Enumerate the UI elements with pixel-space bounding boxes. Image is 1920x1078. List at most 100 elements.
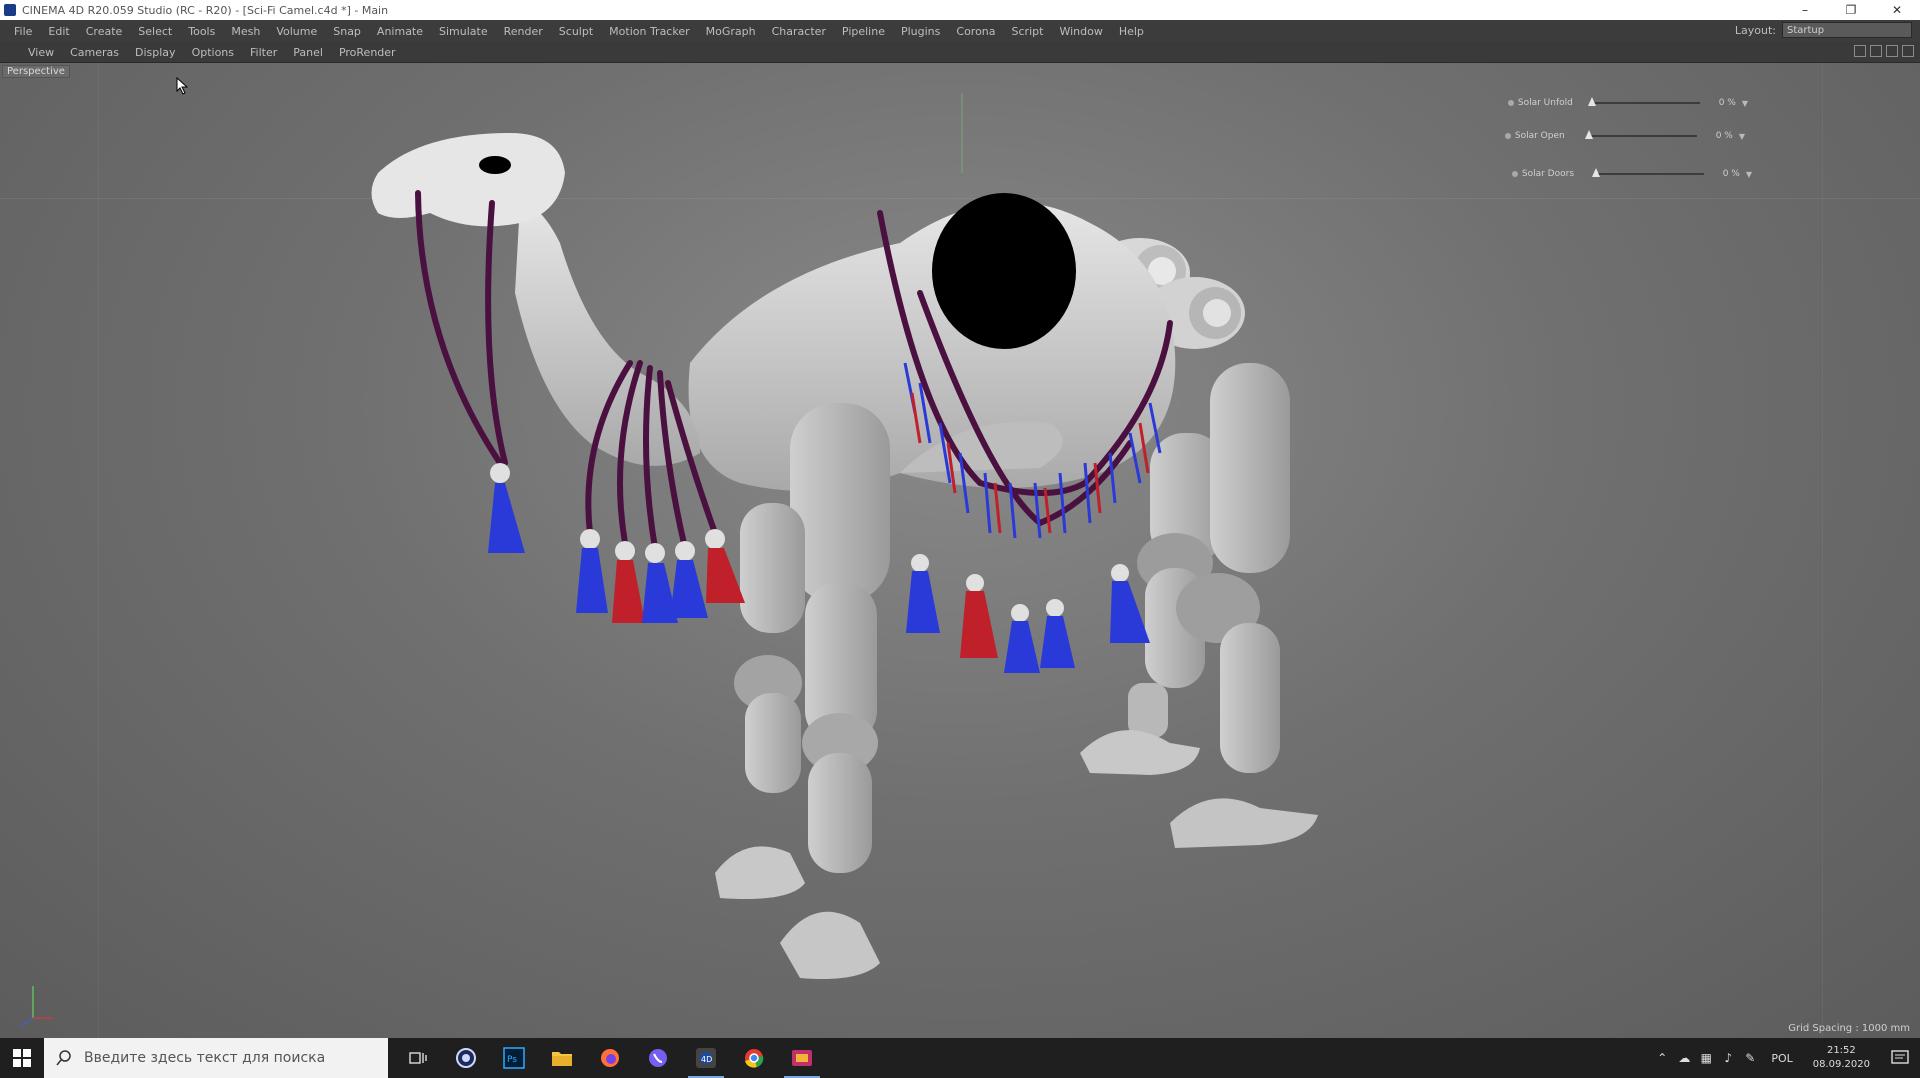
main-menu-bar: File Edit Create Select Tools Mesh Volume Snap A… (0, 20, 1920, 42)
camel-head (371, 133, 700, 466)
notification-button[interactable] (1880, 1038, 1920, 1078)
viewport-menu-filter[interactable]: Filter (242, 46, 285, 59)
cinema4d-icon[interactable]: 4D (682, 1038, 730, 1078)
windows-taskbar: Введите здесь текст для поиска Ps 4D ⌃ ☁… (0, 1038, 1920, 1078)
onedrive-icon[interactable]: ☁ (1673, 1051, 1695, 1065)
viewport-menu-panel[interactable]: Panel (285, 46, 331, 59)
menu-item-volume[interactable]: Volume (268, 25, 325, 38)
firefox-icon[interactable] (586, 1038, 634, 1078)
close-button[interactable]: ✕ (1874, 0, 1920, 20)
viewport-menu-prorender[interactable]: ProRender (331, 46, 404, 59)
search-placeholder: Введите здесь текст для поиска (84, 1050, 326, 1066)
slider-dropdown-icon[interactable]: ▼ (1742, 99, 1748, 108)
slider-knob[interactable] (1592, 168, 1601, 177)
menu-item-window[interactable]: Window (1051, 25, 1110, 38)
restore-button[interactable]: ❐ (1828, 0, 1874, 20)
mouse-cursor-icon (176, 77, 188, 95)
slider-knob[interactable] (1585, 130, 1594, 139)
slider-track[interactable] (1592, 168, 1705, 177)
clock[interactable]: 21:52 08.09.2020 (1813, 1044, 1870, 1072)
minimize-button[interactable]: – (1782, 0, 1828, 20)
viewport-menu-view[interactable]: View (20, 46, 62, 59)
volume-icon[interactable]: ♪ (1717, 1051, 1739, 1065)
zoom-view-icon[interactable] (1870, 45, 1882, 57)
viber-icon[interactable] (634, 1038, 682, 1078)
slider-dropdown-icon[interactable]: ▼ (1746, 170, 1752, 179)
search-icon (56, 1050, 71, 1066)
menu-item-corona[interactable]: Corona (948, 25, 1003, 38)
viewport-menu-bar: View Cameras Display Options Filter Panel ProR… (0, 42, 1920, 63)
slider-knob[interactable] (1588, 97, 1597, 106)
start-button[interactable] (0, 1038, 44, 1078)
viewport-menu-display[interactable]: Display (127, 46, 184, 59)
viewport-menu-cameras[interactable]: Cameras (62, 46, 127, 59)
move-view-icon[interactable] (1854, 45, 1866, 57)
svg-text:4D: 4D (701, 1055, 712, 1064)
window-title: CINEMA 4D R20.059 Studio (RC - R20) - [S… (22, 3, 389, 17)
photoshop-icon[interactable]: Ps (490, 1038, 538, 1078)
language-indicator[interactable]: POL (1771, 1052, 1792, 1065)
camel-body (688, 193, 1176, 491)
rotate-view-icon[interactable] (1886, 45, 1898, 57)
taskbar-apps: Ps 4D (394, 1038, 826, 1078)
chevron-up-icon[interactable]: ⌃ (1651, 1051, 1673, 1065)
camel-model (371, 93, 1318, 979)
file-explorer-icon[interactable] (538, 1038, 586, 1078)
menu-item-file[interactable]: File (6, 25, 40, 38)
axis-gizmo-icon (19, 986, 53, 1027)
viewport-menu-options[interactable]: Options (184, 46, 242, 59)
chrome-icon[interactable] (730, 1038, 778, 1078)
menu-item-render[interactable]: Render (496, 25, 551, 38)
cortana-icon[interactable] (442, 1038, 490, 1078)
menu-item-motion-tracker[interactable]: Motion Tracker (601, 25, 697, 38)
clock-time: 21:52 (1826, 1045, 1856, 1056)
slider-value: 0 % (1722, 169, 1740, 179)
menu-items: File Edit Create Select Tools Mesh Volume Snap A… (0, 25, 1152, 38)
slider-label: Solar Unfold (1517, 98, 1573, 108)
menu-item-select[interactable]: Select (130, 25, 180, 38)
slider-bullet-icon (1508, 100, 1514, 106)
perspective-viewport[interactable]: Perspective Solar Unfold 0 % ▼ Solar Ope… (0, 63, 1920, 1038)
slider-dropdown-icon[interactable]: ▼ (1739, 132, 1745, 141)
slider-label: Solar Open (1514, 131, 1565, 141)
slider-track[interactable] (1588, 97, 1701, 106)
layout-dropdown[interactable]: Startup (1782, 22, 1912, 38)
cinema4d-app-icon (4, 4, 16, 16)
solar-unfold-slider[interactable]: Solar Unfold 0 % ▼ (1508, 96, 1748, 110)
toggle-view-icon[interactable] (1902, 45, 1914, 57)
menu-item-mesh[interactable]: Mesh (223, 25, 268, 38)
solar-doors-slider[interactable]: Solar Doors 0 % ▼ (1512, 167, 1752, 181)
media-icon[interactable] (778, 1038, 826, 1078)
menu-item-animate[interactable]: Animate (369, 25, 431, 38)
menu-item-tools[interactable]: Tools (180, 25, 223, 38)
menu-item-character[interactable]: Character (764, 25, 834, 38)
taskbar-search-box[interactable]: Введите здесь текст для поиска (44, 1038, 388, 1078)
menu-item-sculpt[interactable]: Sculpt (551, 25, 601, 38)
layout-label: Layout: (1734, 23, 1776, 37)
viewport-nav-icons (1854, 45, 1914, 57)
slider-track[interactable] (1585, 130, 1698, 139)
menu-item-script[interactable]: Script (1004, 25, 1052, 38)
menu-item-snap[interactable]: Snap (325, 25, 369, 38)
solar-open-slider[interactable]: Solar Open 0 % ▼ (1505, 129, 1745, 143)
viewport-menu-items: View Cameras Display Options Filter Panel ProR… (0, 46, 404, 59)
slider-value: 0 % (1715, 131, 1733, 141)
menu-item-pipeline[interactable]: Pipeline (834, 25, 893, 38)
menu-item-help[interactable]: Help (1111, 25, 1152, 38)
pen-icon[interactable]: ✎ (1739, 1051, 1761, 1065)
menu-item-plugins[interactable]: Plugins (893, 25, 948, 38)
task-view-icon[interactable] (394, 1038, 442, 1078)
slider-label: Solar Doors (1521, 169, 1575, 179)
clock-date: 08.09.2020 (1812, 1059, 1870, 1070)
menu-item-create[interactable]: Create (78, 25, 131, 38)
menu-item-mograph[interactable]: MoGraph (698, 25, 764, 38)
layout-selector: Layout: Startup (1735, 22, 1912, 38)
network-icon[interactable]: ▦ (1695, 1051, 1717, 1065)
menu-item-edit[interactable]: Edit (40, 25, 77, 38)
slider-bullet-icon (1505, 133, 1511, 139)
slider-bullet-icon (1512, 171, 1518, 177)
slider-value: 0 % (1718, 98, 1736, 108)
svg-text:Ps: Ps (507, 1055, 517, 1065)
menu-item-simulate[interactable]: Simulate (431, 25, 496, 38)
title-bar: CINEMA 4D R20.059 Studio (RC - R20) - [S… (0, 0, 1920, 20)
